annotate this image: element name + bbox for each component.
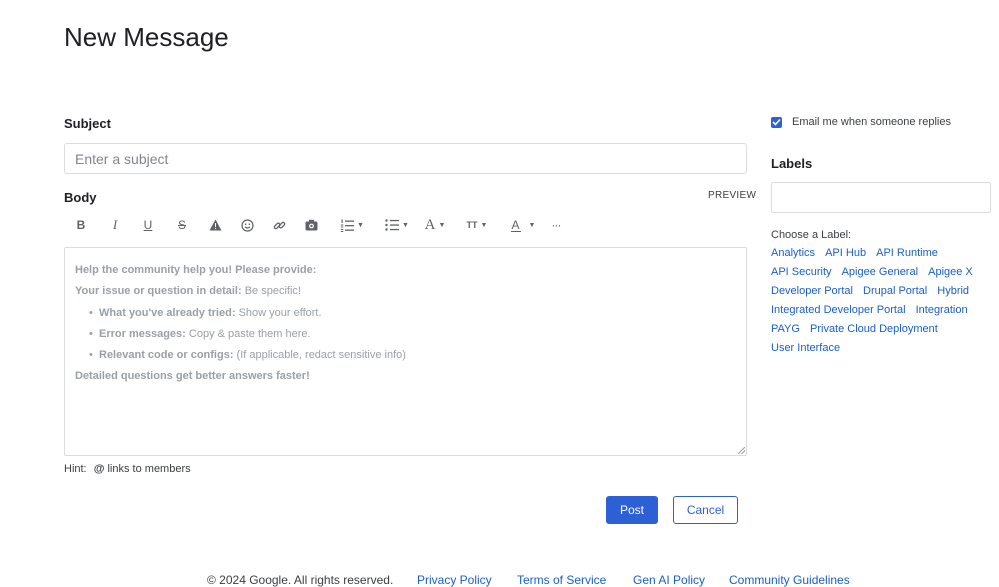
- page-title: New Message: [64, 22, 229, 52]
- font-family-button[interactable]: A ▼: [423, 214, 447, 236]
- link-icon: [273, 221, 285, 229]
- email-notification-checkbox[interactable]: [771, 116, 782, 128]
- text-color-button[interactable]: A ▼: [506, 214, 540, 236]
- template-outro: Detailed questions get better answers fa…: [75, 370, 310, 383]
- bullet-text: Show your effort.: [238, 306, 322, 319]
- bulleted-list-button[interactable]: ▼: [380, 214, 414, 236]
- label-link[interactable]: Apigee General: [842, 263, 918, 282]
- label-link[interactable]: Developer Portal: [771, 282, 853, 301]
- footer-link-guidelines[interactable]: Community Guidelines: [729, 573, 850, 587]
- label-link[interactable]: Apigee X: [928, 263, 973, 282]
- text-size-button[interactable]: TT ▼: [465, 214, 489, 236]
- hint-at-symbol: @: [93, 463, 105, 475]
- footer-copyright: © 2024 Google. All rights reserved.: [207, 573, 394, 587]
- list-item: Error messages: Copy & paste them here.: [89, 324, 736, 346]
- bullet-label: What you've already tried:: [99, 306, 236, 319]
- template-intro: Help the community help you! Please prov…: [75, 264, 317, 276]
- choose-label-text: Choose a Label:: [771, 229, 852, 241]
- chevron-down-icon: ▼: [480, 221, 488, 229]
- label-link[interactable]: API Runtime: [876, 244, 938, 263]
- cancel-button[interactable]: Cancel: [673, 496, 738, 524]
- footer-link-terms[interactable]: Terms of Service: [517, 573, 606, 587]
- body-editor[interactable]: Help the community help you! Please prov…: [64, 247, 747, 456]
- template-detail-label: Your issue or question in detail:: [75, 285, 242, 298]
- emoji-button[interactable]: [239, 214, 255, 236]
- bullet-label: Relevant code or configs:: [99, 349, 234, 362]
- chevron-down-icon: ▼: [438, 221, 446, 229]
- label-link[interactable]: Private Cloud Deployment: [810, 320, 938, 339]
- numbered-list-icon: [340, 219, 355, 232]
- template-detail-text: Be specific!: [244, 285, 301, 298]
- bold-button[interactable]: B: [74, 214, 88, 236]
- label-link[interactable]: PAYG: [771, 320, 800, 339]
- template-bullets: What you've already tried: Show your eff…: [75, 303, 736, 367]
- strikethrough-button[interactable]: S: [175, 214, 189, 236]
- email-notification-label: Email me when someone replies: [792, 116, 951, 128]
- post-button[interactable]: Post: [606, 496, 658, 524]
- label-link[interactable]: Integration: [916, 301, 968, 320]
- subject-label: Subject: [64, 116, 111, 131]
- labels-title: Labels: [771, 156, 813, 171]
- label-link[interactable]: API Security: [771, 263, 832, 282]
- label-link[interactable]: Integrated Developer Portal: [771, 301, 906, 320]
- preview-button[interactable]: PREVIEW: [708, 190, 756, 201]
- labels-input[interactable]: [771, 182, 991, 213]
- bullet-text: (If applicable, redact sensitive info): [236, 349, 406, 362]
- hint: Hint: @ links to members: [64, 463, 191, 475]
- insert-link-button[interactable]: [271, 214, 287, 236]
- label-link[interactable]: Analytics: [771, 244, 815, 263]
- hint-text: links to members: [107, 463, 191, 475]
- body-label: Body: [64, 190, 97, 205]
- label-list: Analytics API Hub API Runtime API Securi…: [771, 244, 996, 358]
- label-link[interactable]: Drupal Portal: [863, 282, 927, 301]
- resize-handle[interactable]: [738, 447, 745, 454]
- text-color-label: A: [510, 217, 521, 232]
- camera-icon: [305, 219, 317, 231]
- font-label: A: [424, 216, 436, 233]
- smiley-icon: [240, 218, 254, 232]
- chevron-down-icon: ▼: [528, 221, 536, 229]
- warning-icon: [209, 219, 221, 231]
- numbered-list-button[interactable]: ▼: [335, 214, 369, 236]
- underline-button[interactable]: U: [141, 214, 155, 236]
- more-options-button[interactable]: ···: [549, 214, 563, 236]
- editor-toolbar: B I U S ▼ ▼ A ▼ TT ▼ A ▼ ···: [68, 214, 748, 236]
- list-item: Relevant code or configs: (If applicable…: [89, 345, 736, 367]
- footer-link-genai[interactable]: Gen AI Policy: [633, 573, 705, 587]
- bullet-label: Error messages:: [99, 327, 186, 340]
- spoiler-warning-button[interactable]: [207, 214, 223, 236]
- chevron-down-icon: ▼: [357, 221, 364, 229]
- bulleted-list-icon: [385, 219, 400, 231]
- label-link[interactable]: User Interface: [771, 339, 840, 358]
- email-notification-option: Email me when someone replies: [771, 116, 951, 128]
- list-item: What you've already tried: Show your eff…: [89, 303, 736, 325]
- label-link[interactable]: Hybrid: [937, 282, 969, 301]
- bullet-text: Copy & paste them here.: [188, 327, 311, 340]
- footer-link-privacy[interactable]: Privacy Policy: [417, 573, 492, 587]
- subject-input[interactable]: [64, 143, 747, 174]
- label-link[interactable]: API Hub: [825, 244, 866, 263]
- chevron-down-icon: ▼: [402, 221, 409, 229]
- text-size-label: TT: [466, 220, 478, 230]
- italic-button[interactable]: I: [108, 214, 122, 236]
- hint-prefix: Hint:: [64, 463, 87, 475]
- insert-image-button[interactable]: [303, 214, 319, 236]
- checkmark-icon: [772, 118, 781, 126]
